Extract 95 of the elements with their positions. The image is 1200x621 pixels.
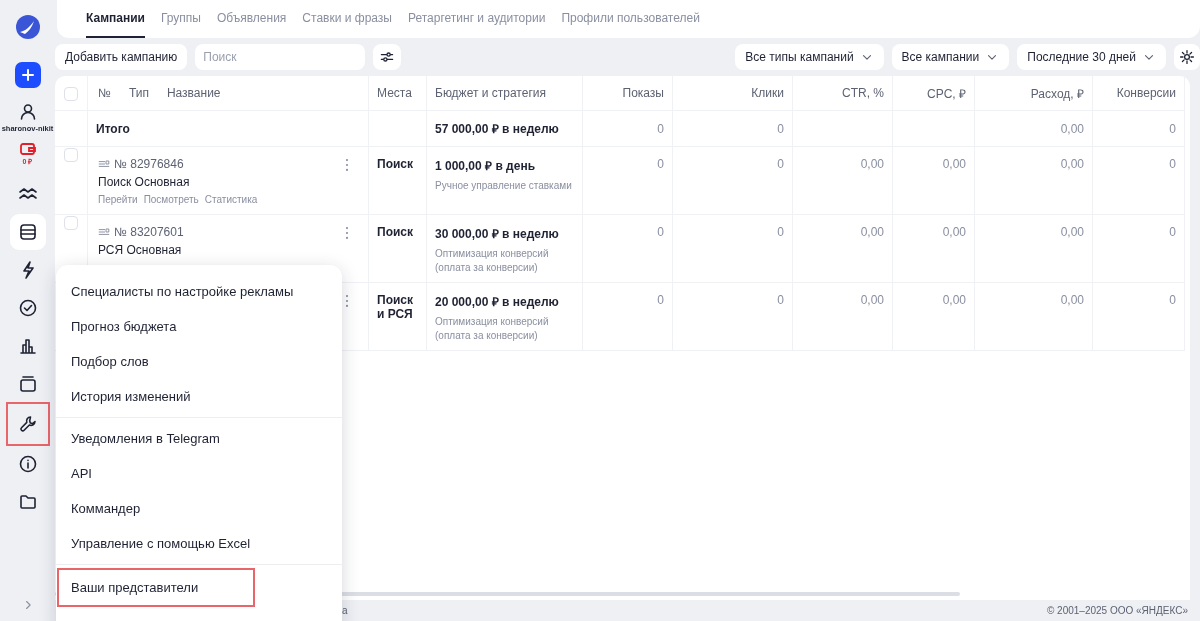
row-link[interactable]: Посмотреть [143,194,199,205]
table-cell: 0,00 [1060,157,1084,171]
menu-item[interactable]: Специалисты по настройке рекламы [56,274,309,309]
add-button[interactable] [14,62,41,88]
total-label: Итого [96,121,131,136]
column-header[interactable]: Бюджет и стратегия [435,86,574,100]
row-link[interactable]: Перейти [98,194,138,205]
filter-dropdown[interactable]: Последние 30 дней [1017,44,1166,70]
tab[interactable]: Объявления [216,0,287,38]
tab[interactable]: Профили пользователей [561,0,700,38]
check-circle-icon [17,298,38,318]
sliders-icon [379,49,396,65]
table-cell: 0,00 [860,293,884,307]
campaign-name[interactable]: РСЯ Основная [98,243,344,257]
table-cell: 0 [657,121,664,136]
table-cell: 0 [1169,225,1176,239]
column-header[interactable]: Показы [622,86,664,100]
checkbox[interactable] [64,216,78,230]
tab[interactable]: Кампании [86,0,145,38]
gear-icon [1179,49,1195,65]
column-header[interactable]: Клики [751,86,784,100]
menu-item[interactable]: История изменений [56,379,206,414]
row-link[interactable]: Статистика [204,194,258,205]
campaign-type-icon [98,226,110,238]
campaign-number: № 83207601 [114,225,184,239]
column-header[interactable]: Места [377,86,418,100]
tab[interactable]: Ставки и фразы [302,0,392,38]
menu-item[interactable]: Ваши представители [59,570,253,605]
menu-item[interactable]: Прогноз бюджета [56,309,192,344]
filter-dropdown[interactable]: Все типы кампаний [735,44,884,70]
database-icon [17,222,38,242]
table-cell: 0 [657,157,664,171]
folder-icon [17,492,38,512]
logo[interactable] [14,14,41,40]
column-header[interactable]: Конверсии [1116,86,1176,100]
table-cell: 0,00 [942,157,966,171]
table-cell-text: Поиск [377,157,414,171]
table-cell: 0,00 [942,293,966,307]
stack-icon [17,374,38,394]
budget: 20 000,00 ₽ в неделю [435,294,560,310]
table-cell: 0 [657,225,664,239]
table-cell: 0 [777,293,784,307]
plus-icon [20,68,35,82]
settings-button[interactable] [1174,44,1200,70]
table-cell-text: Поиск [377,225,414,239]
table-cell: 0 [777,121,784,136]
strategy: Оптимизация конверсий (оплата за конверсии) [435,247,550,274]
table-cell: 0 [777,225,784,239]
copyright: © 2001–2025 ООО «ЯНДЕКС» [1046,605,1188,616]
menu-item[interactable]: Коммандер [56,491,156,526]
column-header[interactable]: CPC, ₽ [927,84,966,102]
search-field[interactable]: Поиск [195,44,366,70]
table-cell-text: 57 000,00 ₽ в неделю [435,121,560,137]
column-header[interactable]: CTR, % [842,86,884,100]
nav-item[interactable] [9,214,46,250]
column-header[interactable]: № [98,86,111,100]
menu-item[interactable]: Уведомления в Telegram [56,421,235,456]
campaign-type-icon [98,158,110,170]
column-header[interactable]: Название [166,86,221,100]
table-cell: 0 [1169,157,1176,171]
table-cell: 0 [777,157,784,171]
campaign-number: № 82976846 [114,157,184,171]
table-cell-text: Поиск и РСЯ [377,293,414,321]
filter-dropdown[interactable]: Все кампании [891,44,1010,70]
table-cell: 0,00 [1060,121,1084,136]
wallet-icon[interactable] [18,141,37,157]
table-cell: 0,00 [1060,293,1084,307]
bar-chart-icon [17,336,38,356]
info-icon [17,454,38,474]
checkbox[interactable] [64,148,78,162]
checkbox[interactable] [64,86,78,101]
table-cell: 0,00 [860,225,884,239]
table-cell: 0 [1169,121,1176,136]
column-header[interactable]: Расход, ₽ [1030,84,1084,102]
budget: 1 000,00 ₽ в день [435,158,536,174]
table-cell: 0 [1169,293,1176,307]
strategy: Ручное управление ставками [435,179,573,193]
budget: 30 000,00 ₽ в неделю [435,226,560,242]
tab[interactable]: Ретаргетинг и аудитории [408,0,546,38]
table-cell: 0,00 [860,157,884,171]
table-cell: 0,00 [942,225,966,239]
nav-item[interactable] [7,404,48,444]
column-header[interactable]: Тип [128,86,149,100]
filter-settings-button[interactable] [373,44,402,70]
table-cell: 0,00 [1060,225,1084,239]
menu-item[interactable]: API [56,456,107,491]
menu-item[interactable]: Подбор слов [56,344,164,379]
strategy: Оптимизация конверсий (оплата за конверсии) [435,315,550,342]
footer-text: a [342,605,348,616]
wrench-icon [17,414,38,434]
menu-item[interactable]: Управление с помощью Excel [56,526,266,561]
table-cell: 0 [657,293,664,307]
campaign-name[interactable]: Поиск Основная [98,175,344,189]
add-campaign-button[interactable]: Добавить кампанию [55,44,188,70]
tab[interactable]: Группы [160,0,201,38]
